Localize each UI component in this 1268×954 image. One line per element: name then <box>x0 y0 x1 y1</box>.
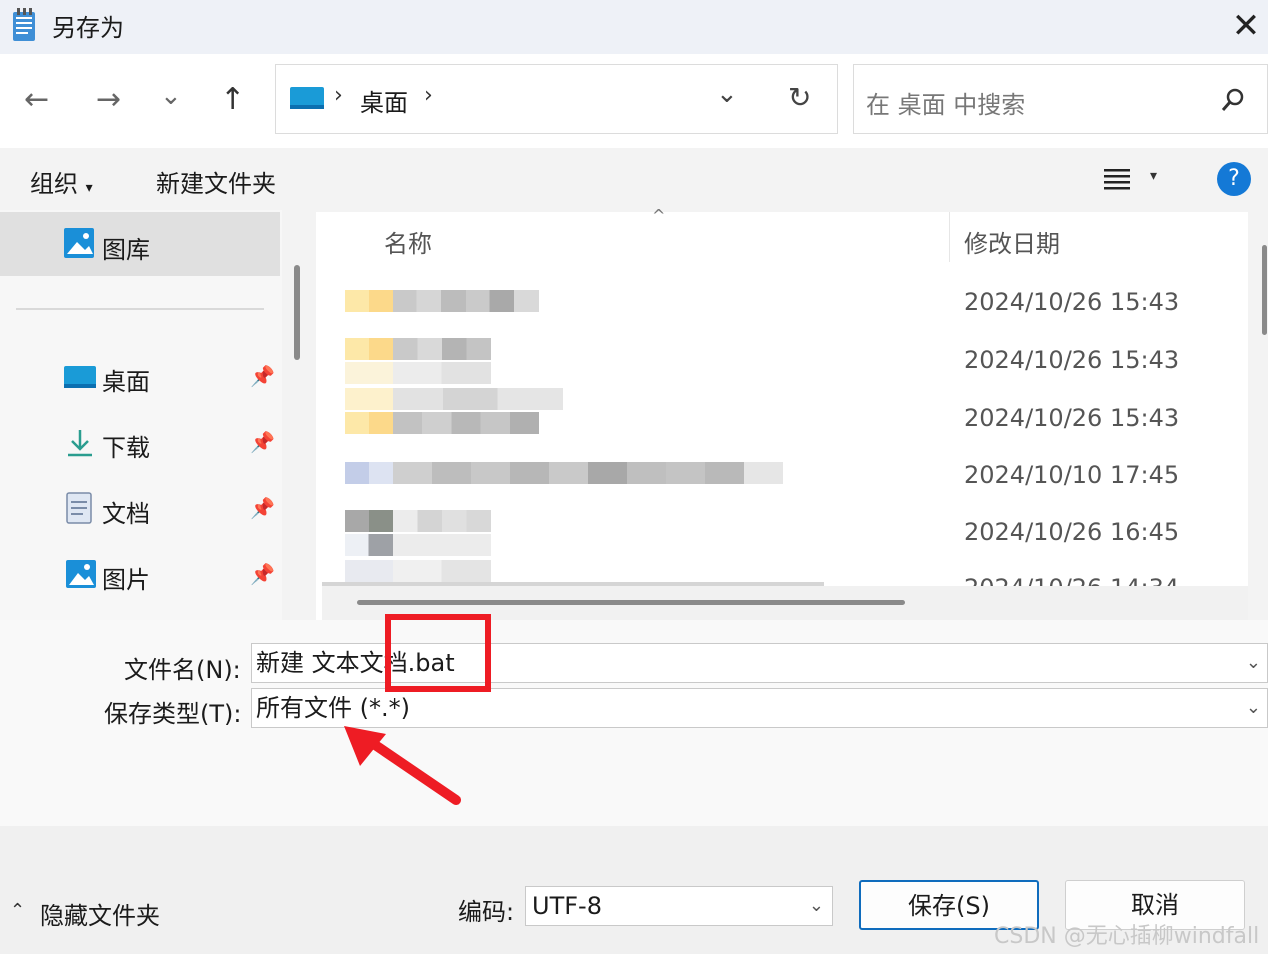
recent-locations-button[interactable]: ⌄ <box>160 76 182 116</box>
filetype-select[interactable]: 所有文件 (*.*) ⌄ <box>251 688 1268 728</box>
file-icon-blurred <box>345 290 393 312</box>
title-bar <box>0 0 1268 54</box>
sidebar-label-gallery: 图库 <box>102 236 150 264</box>
file-name-blurred <box>393 338 491 360</box>
file-icon-blurred <box>345 412 393 434</box>
file-name-blurred <box>393 462 783 484</box>
view-options-arrow[interactable]: ▾ <box>1150 168 1157 184</box>
file-name-blurred <box>345 388 563 410</box>
file-modified-date: 2024/10/26 14:34 <box>964 574 1179 586</box>
sidebar-item-pictures[interactable]: 图片 <box>102 560 150 595</box>
download-icon <box>66 428 94 458</box>
sort-ascending-icon: ^ <box>652 206 666 225</box>
gallery-icon <box>64 228 96 260</box>
forward-button[interactable]: → <box>96 80 121 120</box>
picture-icon <box>66 560 96 590</box>
organize-arrow: ▾ <box>85 180 93 196</box>
organize-label: 组织 <box>30 170 78 198</box>
column-divider[interactable] <box>949 212 950 262</box>
view-list-icon[interactable] <box>1104 166 1132 192</box>
search-icon[interactable] <box>1220 87 1246 113</box>
horizontal-scrollbar[interactable] <box>357 600 905 605</box>
search-placeholder: 在 桌面 中搜索 <box>866 91 1026 119</box>
file-modified-date: 2024/10/26 15:43 <box>964 346 1180 374</box>
document-icon <box>66 492 92 524</box>
file-name-blurred <box>393 290 539 312</box>
pin-icon: 📌 <box>250 496 275 520</box>
breadcrumb-separator: › <box>334 83 343 108</box>
hide-folders-button[interactable]: 隐藏文件夹 <box>40 896 160 931</box>
breadcrumb-desktop[interactable]: 桌面 <box>360 83 408 118</box>
watermark: CSDN @无心插柳windfall <box>994 924 1260 949</box>
sidebar-scrollbar[interactable] <box>294 265 300 360</box>
encoding-select[interactable]: UTF-8 ⌄ <box>525 886 833 926</box>
chevron-down-icon[interactable]: ⌄ <box>1246 689 1261 727</box>
file-modified-date: 2024/10/10 17:45 <box>964 461 1180 489</box>
file-icon-blurred <box>345 510 393 532</box>
file-icon-blurred <box>345 338 393 360</box>
encoding-value: UTF-8 <box>532 892 602 920</box>
chevron-down-icon[interactable]: ⌄ <box>809 887 824 925</box>
filename-label: 文件名(N): <box>124 656 241 684</box>
sidebar-item-downloads[interactable]: 下载 <box>102 428 150 463</box>
filetype-value: 所有文件 (*.*) <box>256 694 410 722</box>
organize-button[interactable]: 组织 ▾ <box>30 164 93 199</box>
refresh-button[interactable]: ↻ <box>788 81 811 114</box>
new-folder-button[interactable]: 新建文件夹 <box>156 164 276 199</box>
pin-icon: 📌 <box>250 430 275 454</box>
search-box[interactable]: 在 桌面 中搜索 <box>853 64 1268 134</box>
file-name-blurred <box>345 560 491 582</box>
column-header-name[interactable]: 名称 <box>384 224 432 259</box>
up-button[interactable]: ↑ <box>220 80 245 120</box>
list-divider <box>322 582 824 586</box>
filetype-label: 保存类型(T): <box>104 700 242 728</box>
file-icon-blurred <box>345 462 393 484</box>
pin-icon: 📌 <box>250 364 275 388</box>
sidebar-item-desktop[interactable]: 桌面 <box>102 362 150 397</box>
column-header-modified[interactable]: 修改日期 <box>964 224 1060 259</box>
pin-icon: 📌 <box>250 562 275 586</box>
annotation-arrow-icon <box>340 724 465 809</box>
vertical-scrollbar[interactable] <box>1262 245 1267 335</box>
annotation-highlight-box <box>385 614 491 692</box>
file-name-blurred <box>345 534 491 556</box>
help-button[interactable]: ? <box>1217 162 1251 196</box>
sidebar-item-documents[interactable]: 文档 <box>102 494 150 529</box>
address-dropdown-button[interactable]: ⌄ <box>716 79 738 109</box>
back-button[interactable]: ← <box>24 80 49 120</box>
address-bar[interactable]: › 桌面 › ⌄ ↻ <box>275 64 838 134</box>
window-title: 另存为 <box>52 14 124 42</box>
file-name-blurred <box>393 412 539 434</box>
chevron-down-icon[interactable]: ⌄ <box>1246 644 1261 682</box>
file-name-blurred <box>345 362 491 384</box>
encoding-label: 编码: <box>458 898 515 926</box>
desktop-icon <box>290 87 324 111</box>
sidebar-divider <box>16 308 264 310</box>
notepad-icon <box>12 8 36 42</box>
file-modified-date: 2024/10/26 15:43 <box>964 404 1180 432</box>
desktop-icon <box>64 366 96 390</box>
file-modified-date: 2024/10/26 15:43 <box>964 288 1180 316</box>
breadcrumb-separator-end[interactable]: › <box>424 83 433 108</box>
file-modified-date: 2024/10/26 16:45 <box>964 518 1180 546</box>
close-button[interactable]: ✕ <box>1226 6 1266 46</box>
chevron-up-icon[interactable]: ⌃ <box>10 900 25 921</box>
file-name-blurred <box>393 510 491 532</box>
